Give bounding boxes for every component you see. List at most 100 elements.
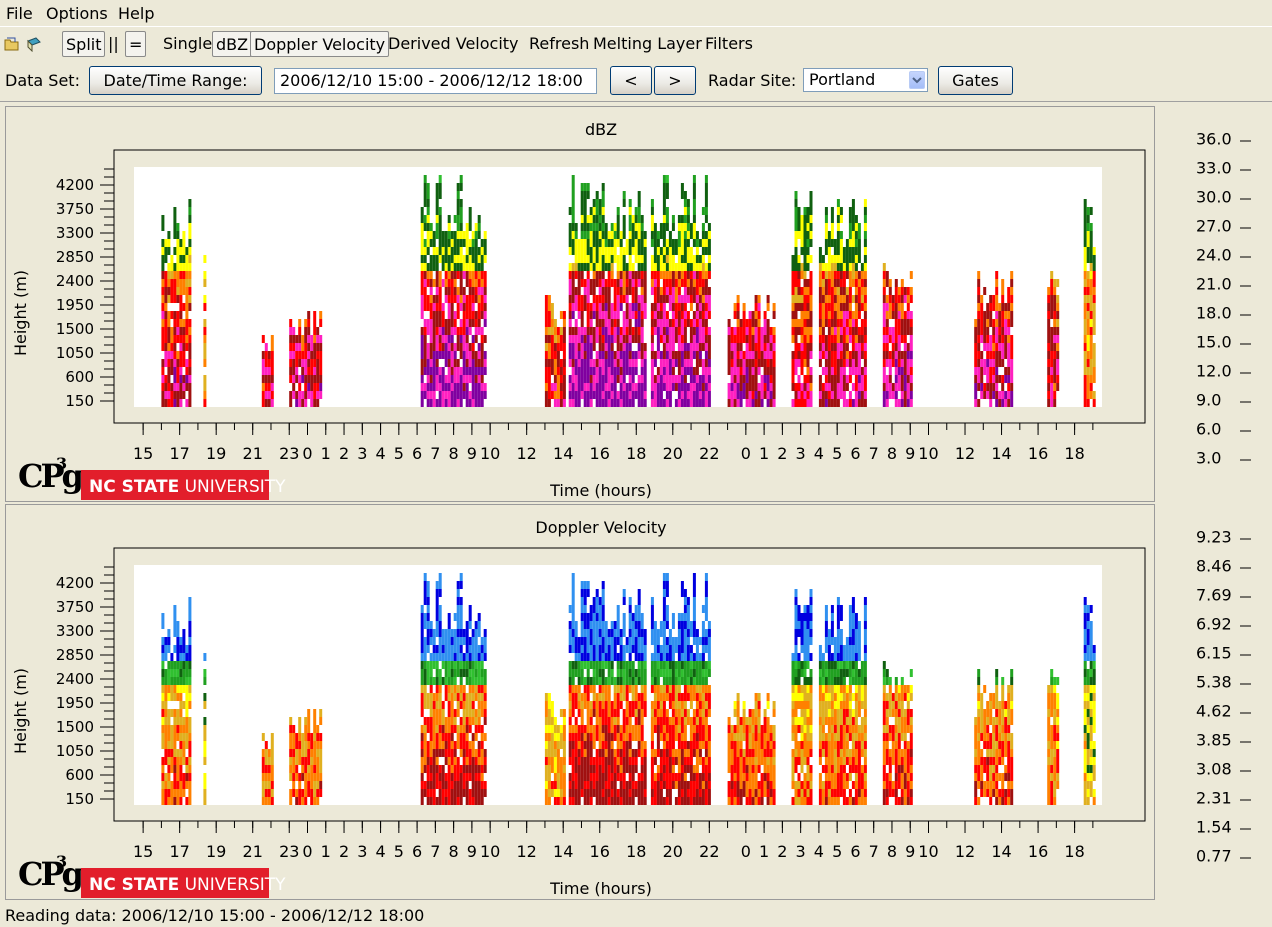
derived-velocity-button[interactable]: Derived Velocity [385, 31, 522, 57]
heatmap-cell [803, 223, 807, 231]
heatmap-cell [653, 661, 657, 669]
save-icon[interactable] [26, 36, 42, 52]
heatmap-cell [619, 765, 623, 773]
heatmap-cell [845, 239, 849, 247]
heatmap-cell [173, 789, 177, 797]
chevron-down-icon[interactable] [909, 71, 925, 89]
heatmap-cell [692, 391, 696, 399]
heatmap-cell [851, 247, 855, 255]
heatmap-cell [634, 327, 638, 335]
heatmap-cell [447, 789, 451, 797]
heatmap-cell [977, 303, 981, 311]
heatmap-cell [468, 391, 472, 399]
prev-button[interactable]: < [610, 66, 652, 95]
heatmap-cell [483, 255, 487, 263]
heatmap-cell [432, 239, 436, 247]
heatmap-cell [547, 391, 551, 399]
heatmap-cell [1092, 279, 1096, 287]
heatmap-cell [1053, 359, 1057, 367]
refresh-button[interactable]: Refresh [526, 31, 592, 57]
filters-button[interactable]: Filters [702, 31, 756, 57]
heatmap-cell [450, 367, 454, 375]
heatmap-cell [447, 749, 451, 757]
date-time-range-field[interactable]: 2006/12/10 15:00 - 2006/12/12 18:00 [274, 68, 597, 94]
heatmap-cell [316, 359, 320, 367]
menu-options[interactable]: Options [46, 4, 108, 23]
heatmap-cell [586, 749, 590, 757]
heatmap-cell [544, 295, 548, 303]
heatmap-cell [188, 741, 192, 749]
next-button[interactable]: > [654, 66, 696, 95]
heatmap-cell [622, 789, 626, 797]
heatmap-cell [1089, 239, 1093, 247]
heatmap-cell [601, 757, 605, 765]
heatmap-cell [695, 319, 699, 327]
heatmap-cell [625, 677, 629, 685]
menu-help[interactable]: Help [118, 4, 154, 23]
heatmap-cell [583, 693, 587, 701]
heatmap-cell [854, 311, 858, 319]
gates-button[interactable]: Gates [938, 66, 1013, 95]
heatmap-cell [477, 773, 481, 781]
heatmap-cell [625, 765, 629, 773]
melting-layer-button[interactable]: Melting Layer [590, 31, 705, 57]
heatmap-cell [974, 367, 978, 375]
heatmap-cell [435, 287, 439, 295]
heatmap-cell [595, 375, 599, 383]
heatmap-cell [580, 263, 584, 271]
heatmap-cell [830, 295, 834, 303]
heatmap-cell [650, 327, 654, 335]
heatmap-cell [456, 247, 460, 255]
heatmap-cell [568, 637, 572, 645]
heatmap-cell [613, 629, 617, 637]
heatmap-cell [188, 789, 192, 797]
heatmap-cell [736, 319, 740, 327]
heatmap-cell [426, 271, 430, 279]
split-button[interactable]: Split [62, 31, 106, 57]
heatmap-cell [680, 391, 684, 399]
heatmap-cell [848, 319, 852, 327]
x-tick-label: 19 [206, 444, 226, 463]
heatmap-cell [583, 597, 587, 605]
equal-button[interactable]: = [125, 31, 147, 57]
open-icon[interactable] [4, 36, 20, 52]
heatmap-cell [453, 247, 457, 255]
heatmap-cell [468, 765, 472, 773]
heatmap-cell [592, 335, 596, 343]
heatmap-cell [161, 709, 165, 717]
heatmap-cell [598, 223, 602, 231]
heatmap-cell [598, 701, 602, 709]
heatmap-cell [270, 399, 274, 407]
heatmap-cell [544, 375, 548, 383]
heatmap-cell [465, 757, 469, 765]
heatmap-cell [857, 279, 861, 287]
heatmap-cell [182, 343, 186, 351]
dbz-button[interactable]: dBZ [212, 31, 253, 57]
heatmap-cell [653, 757, 657, 765]
heatmap-cell [643, 375, 647, 383]
radar-site-select[interactable]: Portland [803, 68, 928, 92]
single-button[interactable]: Single [160, 31, 215, 57]
heatmap-cell [586, 709, 590, 717]
heatmap-cell [704, 191, 708, 199]
heatmap-cell [432, 319, 436, 327]
heatmap-cell [1050, 327, 1054, 335]
y-tick-label: 3750 [56, 200, 94, 218]
heatmap-cell [450, 327, 454, 335]
heatmap-cell [435, 685, 439, 693]
heatmap-cell [751, 351, 755, 359]
doppler-velocity-button[interactable]: Doppler Velocity [250, 31, 390, 57]
heatmap-cell [797, 343, 801, 351]
heatmap-cell [595, 781, 599, 789]
heatmap-cell [556, 789, 560, 797]
parallel-button[interactable]: || [105, 31, 122, 57]
date-time-range-button[interactable]: Date/Time Range: [89, 66, 262, 95]
heatmap-cell [640, 749, 644, 757]
heatmap-cell [619, 629, 623, 637]
heatmap-cell [423, 741, 427, 749]
heatmap-cell [604, 375, 608, 383]
heatmap-cell [453, 215, 457, 223]
heatmap-cell [766, 375, 770, 383]
menu-file[interactable]: File [6, 4, 33, 23]
heatmap-cell [182, 677, 186, 685]
